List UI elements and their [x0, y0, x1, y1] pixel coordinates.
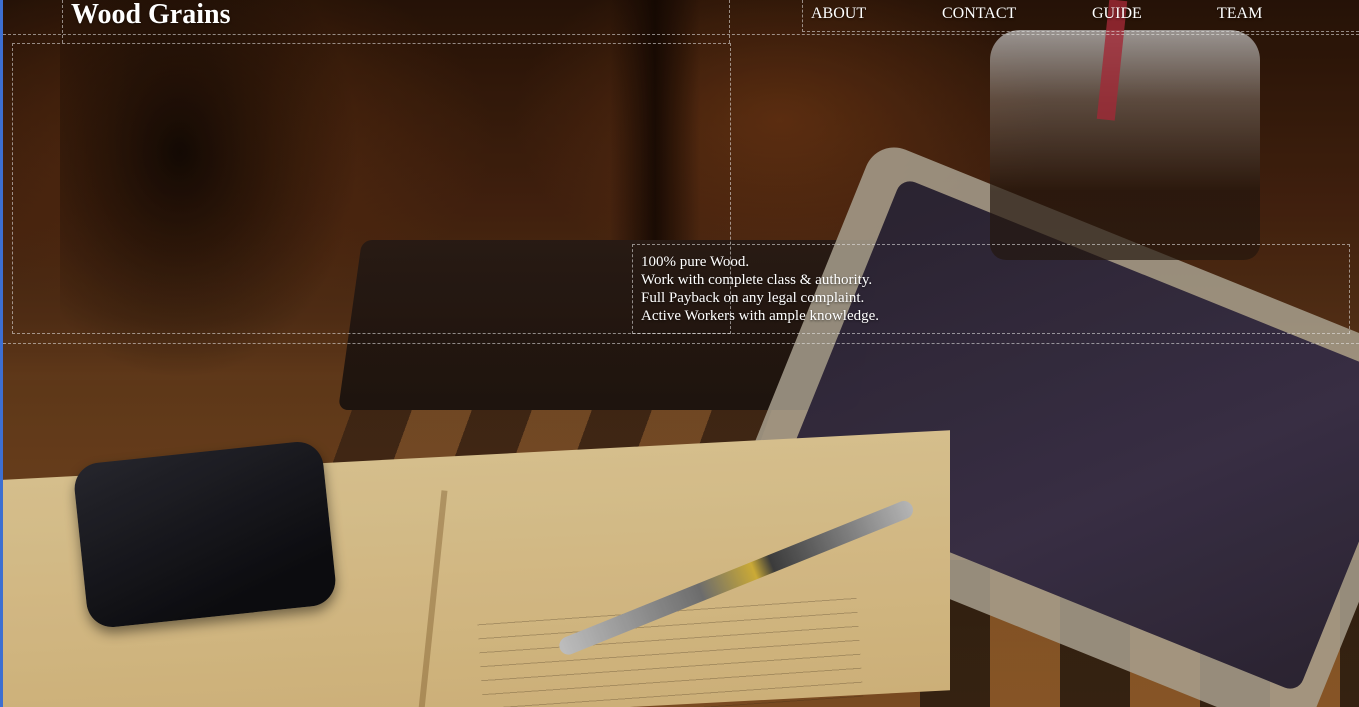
hero-inner-outline [12, 43, 731, 334]
feature-item: 100% pure Wood. [641, 254, 750, 270]
nav-link-about[interactable]: ABOUT [811, 4, 866, 24]
feature-item: Full Payback on any legal complaint. [641, 290, 865, 306]
feature-item: Active Workers with ample knowledge. [641, 308, 880, 324]
nav-link-guide[interactable]: GUIDE [1092, 4, 1142, 24]
site-logo[interactable]: Wood Grains [71, 0, 230, 32]
nav-container-outline [802, 0, 1359, 32]
nav-link-team[interactable]: TEAM [1217, 4, 1262, 24]
feature-item: Work with complete class & authority. [641, 272, 873, 288]
feature-list: 100% pure Wood. Work with complete class… [641, 253, 879, 325]
nav-link-contact[interactable]: CONTACT [942, 4, 1016, 24]
